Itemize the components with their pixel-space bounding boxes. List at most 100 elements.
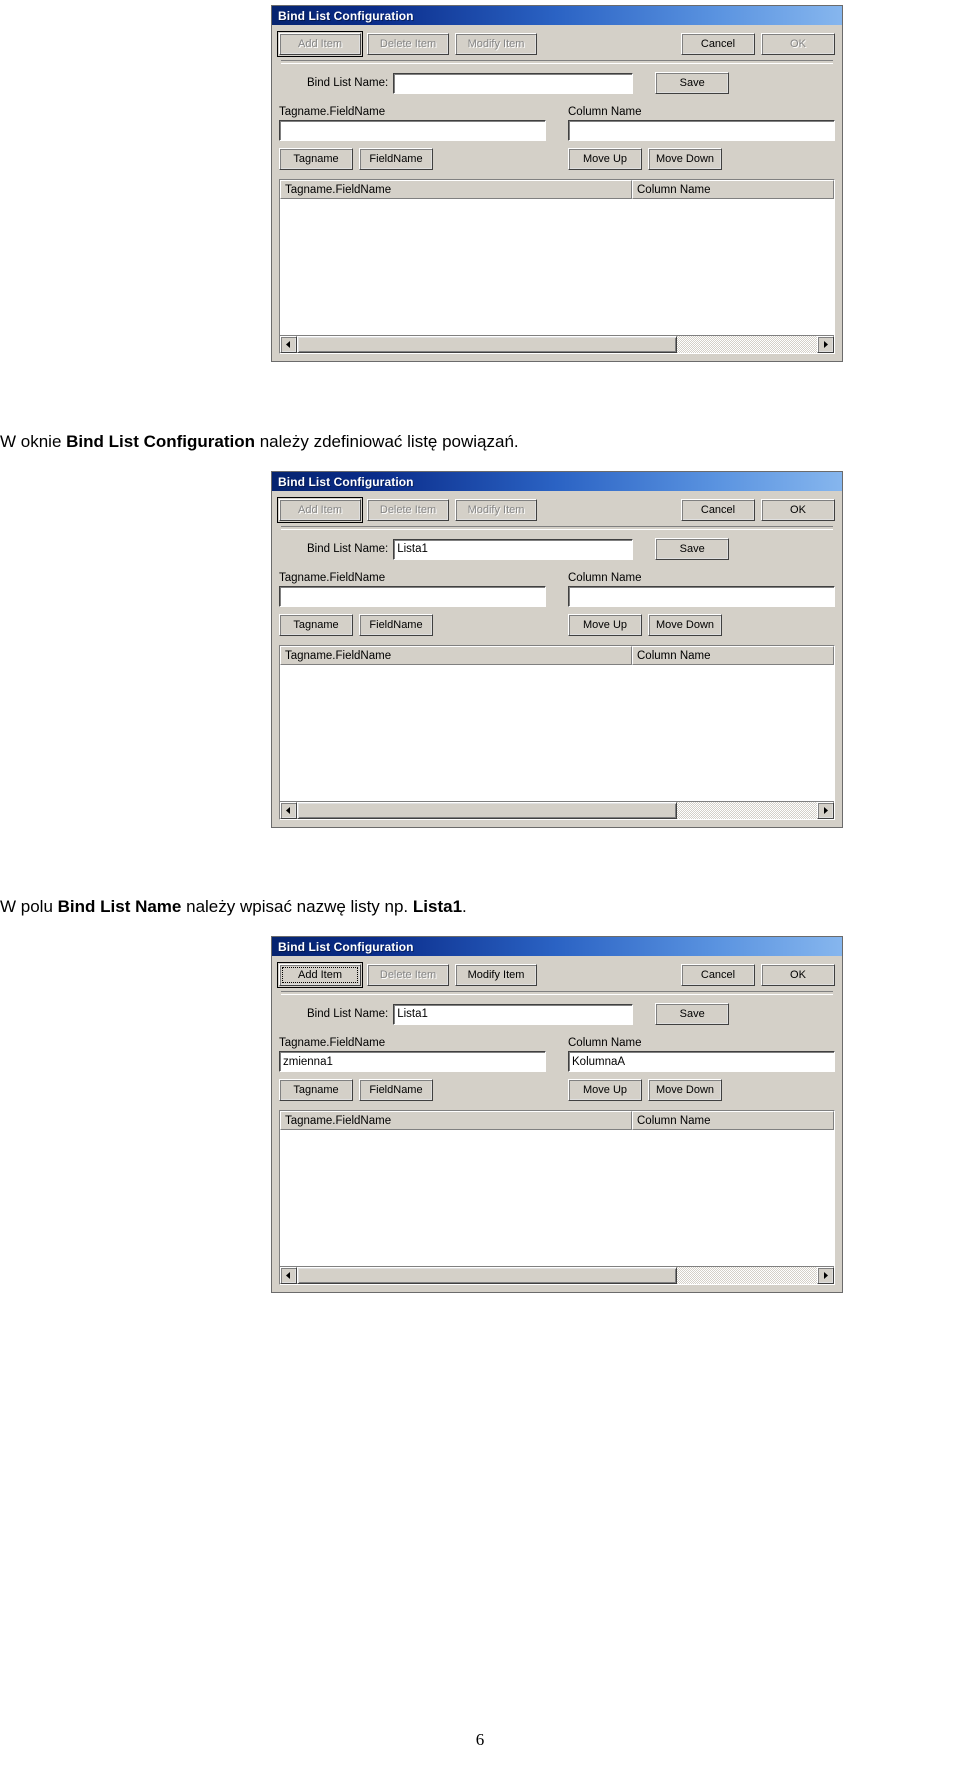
toolbar-divider [281,60,833,64]
scrollbar-thumb[interactable] [297,802,677,819]
scrollbar-thumb[interactable] [297,336,677,353]
listview-horizontal-scrollbar[interactable] [280,1266,834,1284]
tagname-fieldname-label: Tagname.FieldName [279,1037,386,1049]
tagname-button[interactable]: Tagname [279,148,353,170]
save-button[interactable]: Save [655,1003,730,1025]
modify-item-button[interactable]: Modify Item [455,499,537,521]
dialog-title: Bind List Configuration [278,939,414,954]
tagname-fieldname-input[interactable]: zmienna1 [279,1051,546,1072]
right-button-group: Move Up Move Down [568,148,835,170]
scroll-left-arrow-icon[interactable] [280,802,297,819]
cancel-button[interactable]: Cancel [681,964,755,986]
move-up-button[interactable]: Move Up [568,614,642,636]
bind-list-configuration-dialog-3: Bind List Configuration Add Item Delete … [271,936,843,1293]
save-button[interactable]: Save [655,538,730,560]
caption-2-bold2: Lista1 [412,897,463,916]
bind-list-listview[interactable]: Tagname.FieldName Column Name [279,645,835,820]
cancel-button[interactable]: Cancel [681,33,755,55]
scroll-left-arrow-icon[interactable] [280,1267,297,1284]
cancel-button[interactable]: Cancel [681,499,755,521]
bind-list-name-row: Bind List Name: Save [279,72,835,94]
delete-item-button[interactable]: Delete Item [367,33,449,55]
delete-item-button[interactable]: Delete Item [367,964,449,986]
tagname-fieldname-label: Tagname.FieldName [279,106,386,118]
tagname-fieldname-input[interactable] [279,586,546,607]
scrollbar-thumb[interactable] [297,1267,677,1284]
save-button[interactable]: Save [655,72,730,94]
listview-column-header-column-name[interactable]: Column Name [632,646,834,665]
bind-list-name-row: Bind List Name: Lista1 Save [279,538,835,560]
bind-list-configuration-dialog-2: Bind List Configuration Add Item Delete … [271,471,843,828]
bind-list-name-input[interactable]: Lista1 [393,538,634,560]
listview-horizontal-scrollbar[interactable] [280,335,834,353]
scrollbar-track[interactable] [297,802,817,819]
fieldname-button[interactable]: FieldName [359,614,433,636]
bind-list-configuration-dialog-1: Bind List Configuration Add Item Delete … [271,5,843,362]
add-item-button[interactable]: Add Item [277,497,363,523]
scroll-right-arrow-icon[interactable] [817,336,834,353]
add-item-button[interactable]: Add Item [277,962,363,988]
delete-item-button[interactable]: Delete Item [367,499,449,521]
move-up-button[interactable]: Move Up [568,148,642,170]
bind-list-name-input[interactable] [393,72,634,94]
move-up-button[interactable]: Move Up [568,1079,642,1101]
page-number: 6 [475,1730,485,1749]
ok-button[interactable]: OK [761,499,835,521]
tagname-fieldname-label: Tagname.FieldName [279,572,386,584]
dialog-title: Bind List Configuration [278,474,414,489]
column-name-column: Column Name [568,572,835,607]
column-name-input[interactable] [568,120,835,141]
caption-text-1: W oknie Bind List Configuration należy z… [0,432,519,452]
field-inputs-grid: Tagname.FieldName Column Name [279,572,835,607]
move-down-button[interactable]: Move Down [648,1079,722,1101]
bind-list-listview[interactable]: Tagname.FieldName Column Name [279,1110,835,1285]
tagname-fieldname-column: Tagname.FieldName [279,106,546,141]
move-down-button[interactable]: Move Down [648,148,722,170]
dialog-toolbar: Add Item Delete Item Modify Item Cancel … [277,31,835,59]
tagname-fieldname-input[interactable] [279,120,546,141]
listview-horizontal-scrollbar[interactable] [280,801,834,819]
listview-column-header-column-name[interactable]: Column Name [632,180,834,199]
scroll-left-arrow-icon[interactable] [280,336,297,353]
column-name-column: Column Name KolumnaA [568,1037,835,1072]
tagname-fieldname-column: Tagname.FieldName [279,572,546,607]
ok-button[interactable]: OK [761,33,835,55]
listview-header: Tagname.FieldName Column Name [280,180,834,199]
scrollbar-track[interactable] [297,1267,817,1284]
caption-2-prefix: W polu [0,897,58,916]
modify-item-button[interactable]: Modify Item [455,33,537,55]
left-button-group: Tagname FieldName [279,1079,546,1101]
listview-column-header-tagname-fieldname[interactable]: Tagname.FieldName [280,180,632,199]
caption-2-suffix: . [462,897,467,916]
listview-column-header-column-name[interactable]: Column Name [632,1111,834,1130]
listview-column-header-tagname-fieldname[interactable]: Tagname.FieldName [280,646,632,665]
fieldname-button[interactable]: FieldName [359,1079,433,1101]
modify-item-button[interactable]: Modify Item [455,964,537,986]
field-action-buttons-row: Tagname FieldName Move Up Move Down [279,148,835,170]
listview-rows[interactable] [280,665,834,801]
column-name-input[interactable]: KolumnaA [568,1051,835,1072]
listview-header: Tagname.FieldName Column Name [280,1111,834,1130]
scroll-right-arrow-icon[interactable] [817,802,834,819]
listview-column-header-tagname-fieldname[interactable]: Tagname.FieldName [280,1111,632,1130]
move-down-button[interactable]: Move Down [648,614,722,636]
dialog-titlebar: Bind List Configuration [272,472,842,491]
dialog-body: Add Item Delete Item Modify Item Cancel … [272,25,842,361]
add-item-button[interactable]: Add Item [277,31,363,57]
listview-rows[interactable] [280,1130,834,1266]
caption-1-suffix: należy zdefiniować listę powiązań. [255,432,519,451]
bind-list-name-label: Bind List Name: [307,77,389,89]
column-name-input[interactable] [568,586,835,607]
column-name-label: Column Name [568,1037,642,1049]
column-name-column: Column Name [568,106,835,141]
tagname-button[interactable]: Tagname [279,1079,353,1101]
ok-button[interactable]: OK [761,964,835,986]
scroll-right-arrow-icon[interactable] [817,1267,834,1284]
tagname-button[interactable]: Tagname [279,614,353,636]
bind-list-name-input[interactable]: Lista1 [393,1003,634,1025]
fieldname-button[interactable]: FieldName [359,148,433,170]
bind-list-listview[interactable]: Tagname.FieldName Column Name [279,179,835,354]
dialog-title: Bind List Configuration [278,8,414,23]
listview-rows[interactable] [280,199,834,335]
scrollbar-track[interactable] [297,336,817,353]
